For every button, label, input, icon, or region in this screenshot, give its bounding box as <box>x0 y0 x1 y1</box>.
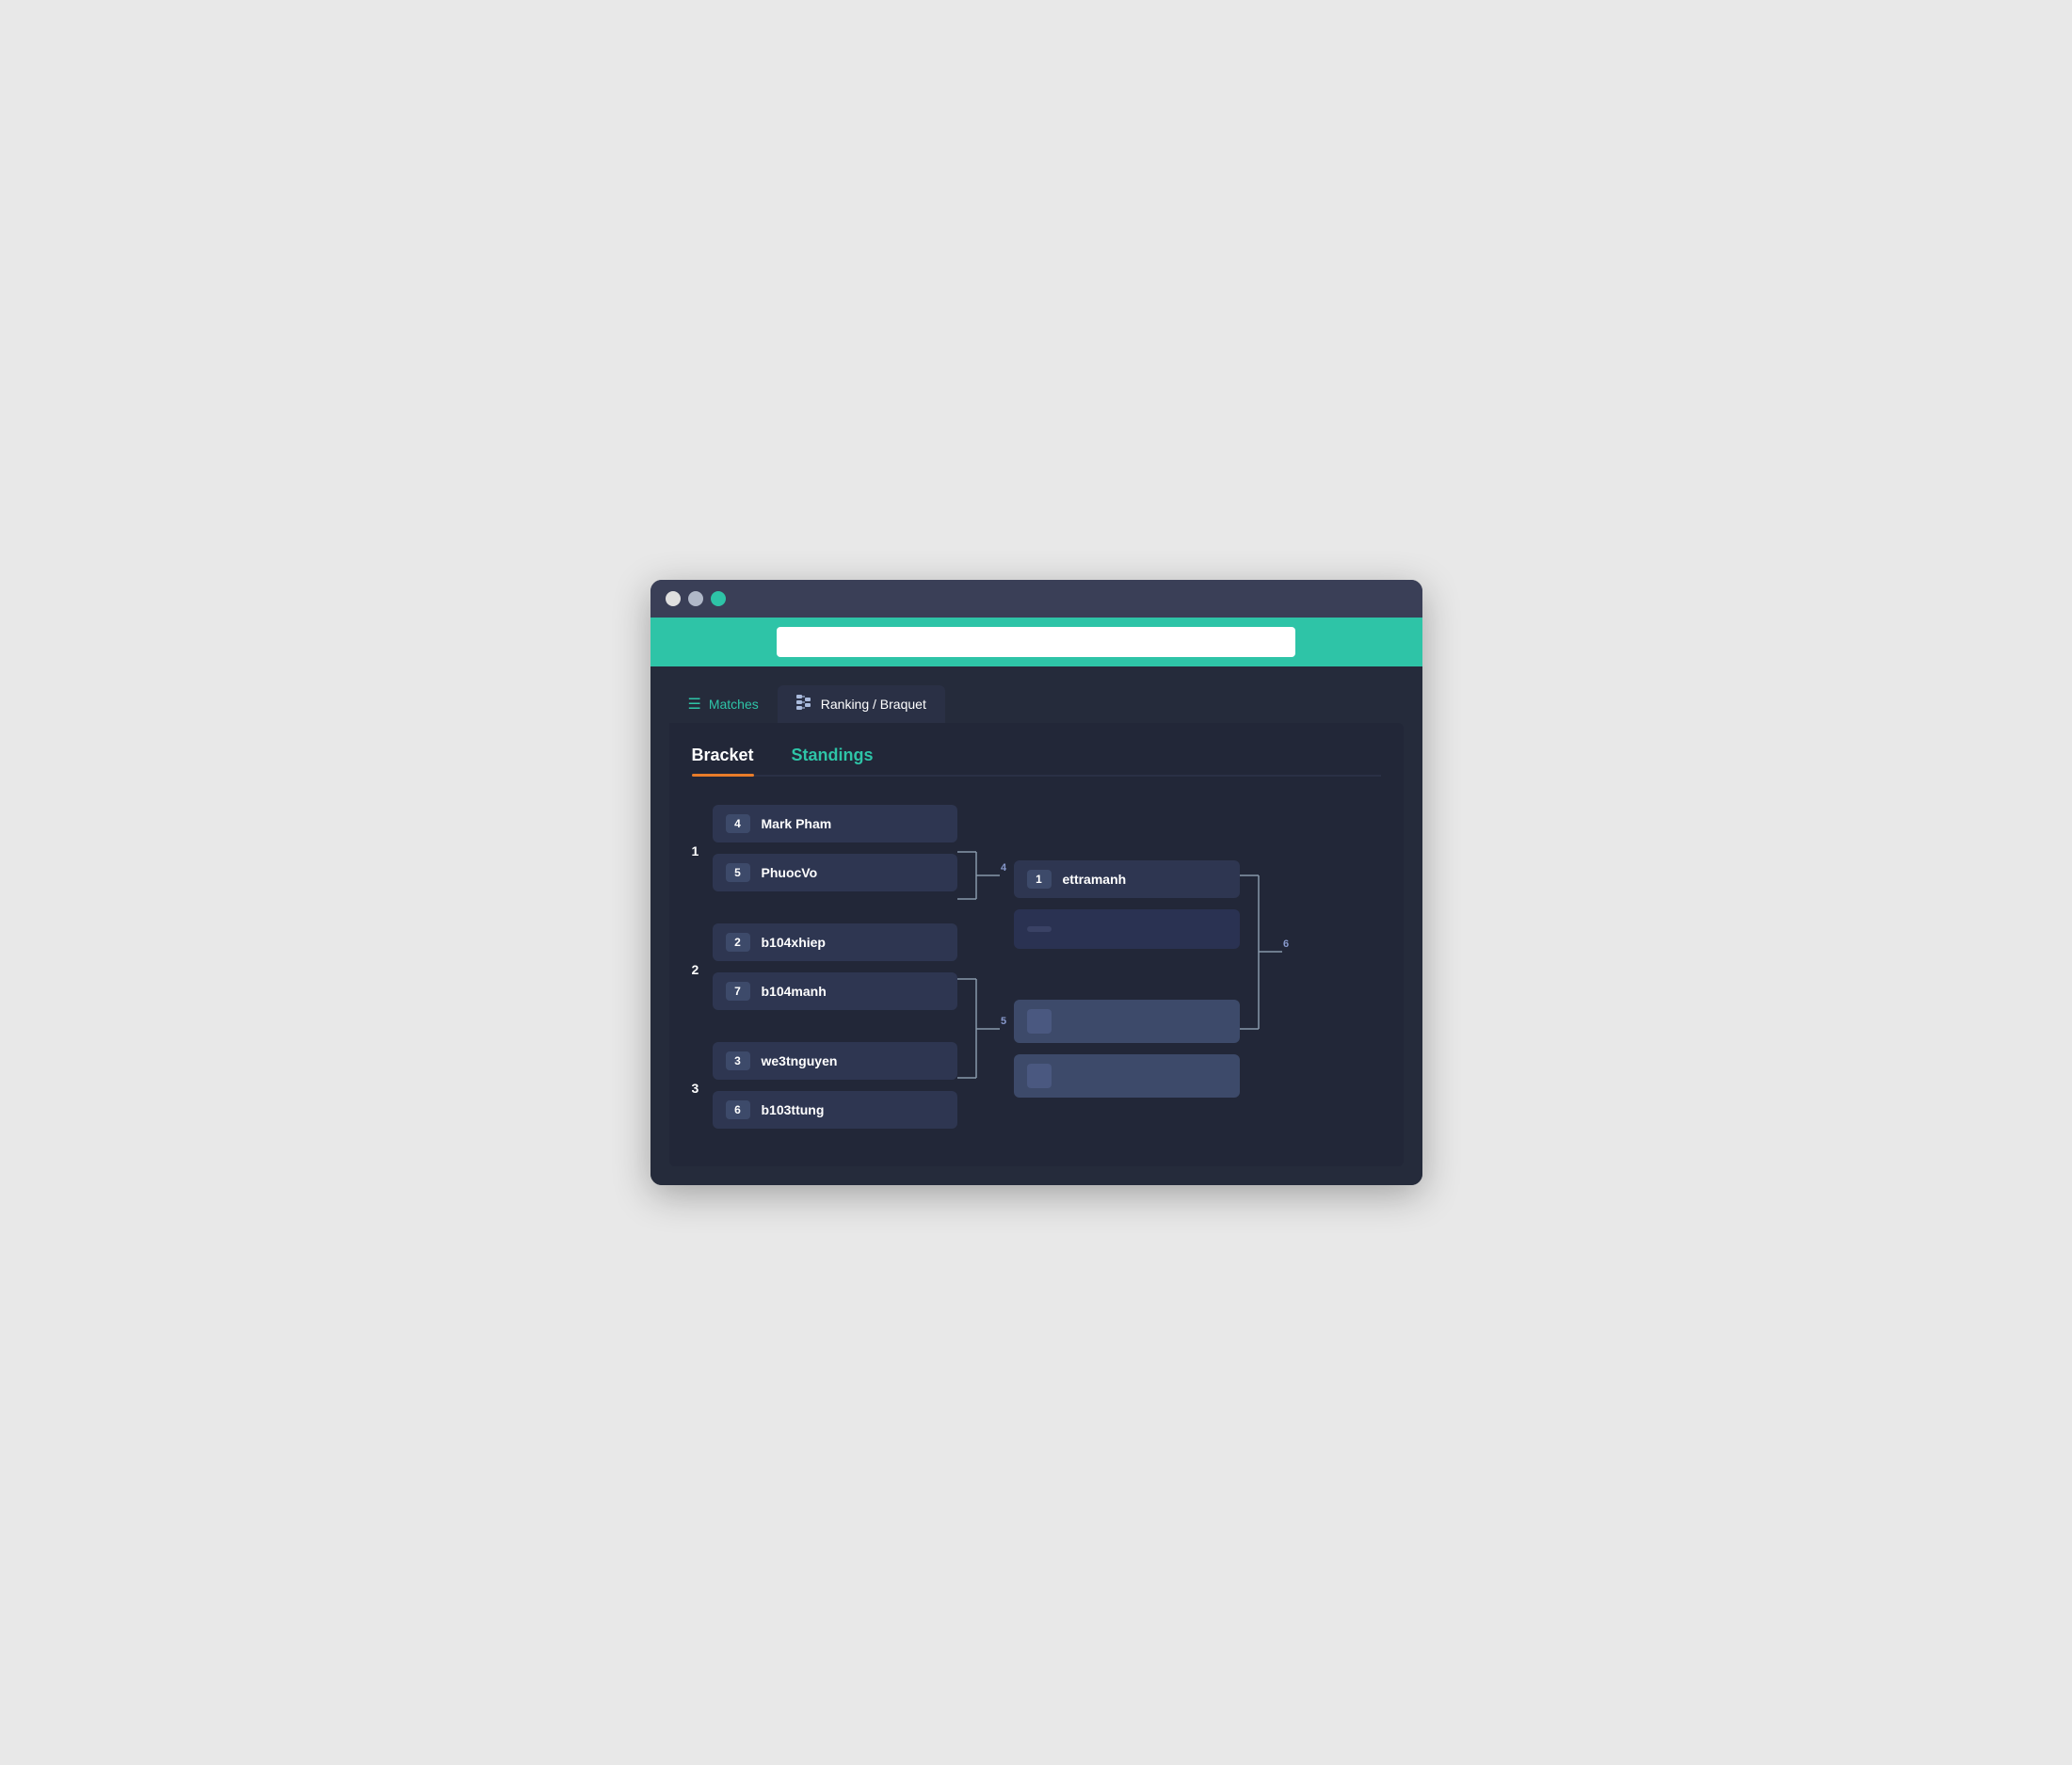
address-bar[interactable] <box>777 627 1296 657</box>
close-button[interactable] <box>666 591 681 606</box>
player-name: Mark Pham <box>762 816 832 831</box>
tab-ranking-label: Ranking / Braquet <box>821 697 926 712</box>
main-panel: Bracket Standings 1 4 Mark <box>669 723 1404 1166</box>
connector-svg-r1-r2: 4 5 <box>957 824 1014 1115</box>
connector-svg-r2-final: 6 <box>1240 824 1296 1115</box>
tab-bar: ☰ Matches Ranking / Braque <box>669 685 1404 723</box>
match-card-empty[interactable] <box>1014 909 1240 949</box>
group-3-matches: 3 we3tnguyen 6 b103ttung <box>713 1042 957 1134</box>
seed-badge-empty <box>1027 1064 1052 1088</box>
match-card[interactable]: 1 ettramanh <box>1014 860 1240 898</box>
sub-tab-bracket[interactable]: Bracket <box>692 746 754 775</box>
sub-tab-standings[interactable]: Standings <box>792 746 874 775</box>
round2-column: 1 ettramanh <box>1014 824 1240 1115</box>
tab-matches-label: Matches <box>709 697 759 712</box>
maximize-button[interactable] <box>711 591 726 606</box>
seed-badge: 4 <box>726 814 750 833</box>
group-1-matches: 4 Mark Pham 5 PhuocVo <box>713 805 957 897</box>
bracket-icon <box>796 695 813 714</box>
browser-toolbar <box>651 618 1422 666</box>
round1-column: 1 4 Mark Pham 5 PhuocVo <box>692 805 957 1134</box>
seed-badge: 5 <box>726 863 750 882</box>
seed-badge: 2 <box>726 933 750 952</box>
svg-text:6: 6 <box>1283 939 1289 950</box>
round2-match-4: 1 ettramanh <box>1014 860 1240 955</box>
seed-badge-empty <box>1027 926 1052 932</box>
list-icon: ☰ <box>688 695 701 714</box>
group-2-label: 2 <box>692 962 713 977</box>
group-1-label: 1 <box>692 843 713 858</box>
seed-badge-empty <box>1027 1009 1052 1034</box>
group-2-matches: 2 b104xhiep 7 b104manh <box>713 923 957 1016</box>
sub-tab-bar: Bracket Standings <box>692 746 1381 777</box>
match-card-empty[interactable] <box>1014 1000 1240 1043</box>
group-3-label: 3 <box>692 1081 713 1096</box>
group-1-row: 1 4 Mark Pham 5 PhuocVo <box>692 805 957 897</box>
svg-text:4: 4 <box>1001 862 1007 874</box>
match-card[interactable]: 4 Mark Pham <box>713 805 957 842</box>
browser-titlebar <box>651 580 1422 618</box>
round2-match-5 <box>1014 1000 1240 1098</box>
match-card-empty[interactable] <box>1014 1054 1240 1098</box>
match-card[interactable]: 2 b104xhiep <box>713 923 957 961</box>
player-name: b103ttung <box>762 1102 825 1117</box>
bracket-area: 1 4 Mark Pham 5 PhuocVo <box>692 795 1381 1144</box>
match-card[interactable]: 6 b103ttung <box>713 1091 957 1129</box>
group-2-row: 2 2 b104xhiep 7 b104manh <box>692 923 957 1016</box>
player-name: PhuocVo <box>762 865 818 880</box>
tab-matches[interactable]: ☰ Matches <box>669 685 778 723</box>
player-name: ettramanh <box>1063 872 1127 887</box>
browser-content: ☰ Matches Ranking / Braque <box>651 666 1422 1185</box>
group-3-row: 3 3 we3tnguyen 6 b103ttung <box>692 1042 957 1134</box>
match-card[interactable]: 3 we3tnguyen <box>713 1042 957 1080</box>
browser-window: ☰ Matches Ranking / Braque <box>651 580 1422 1185</box>
seed-badge: 7 <box>726 982 750 1001</box>
minimize-button[interactable] <box>688 591 703 606</box>
svg-text:5: 5 <box>1001 1016 1006 1027</box>
seed-badge: 1 <box>1027 870 1052 889</box>
match-card[interactable]: 5 PhuocVo <box>713 854 957 891</box>
player-name: we3tnguyen <box>762 1053 838 1068</box>
seed-badge: 6 <box>726 1100 750 1119</box>
match-card[interactable]: 7 b104manh <box>713 972 957 1010</box>
player-name: b104manh <box>762 984 827 999</box>
seed-badge: 3 <box>726 1051 750 1070</box>
player-name: b104xhiep <box>762 935 826 950</box>
tab-ranking[interactable]: Ranking / Braquet <box>778 685 945 723</box>
